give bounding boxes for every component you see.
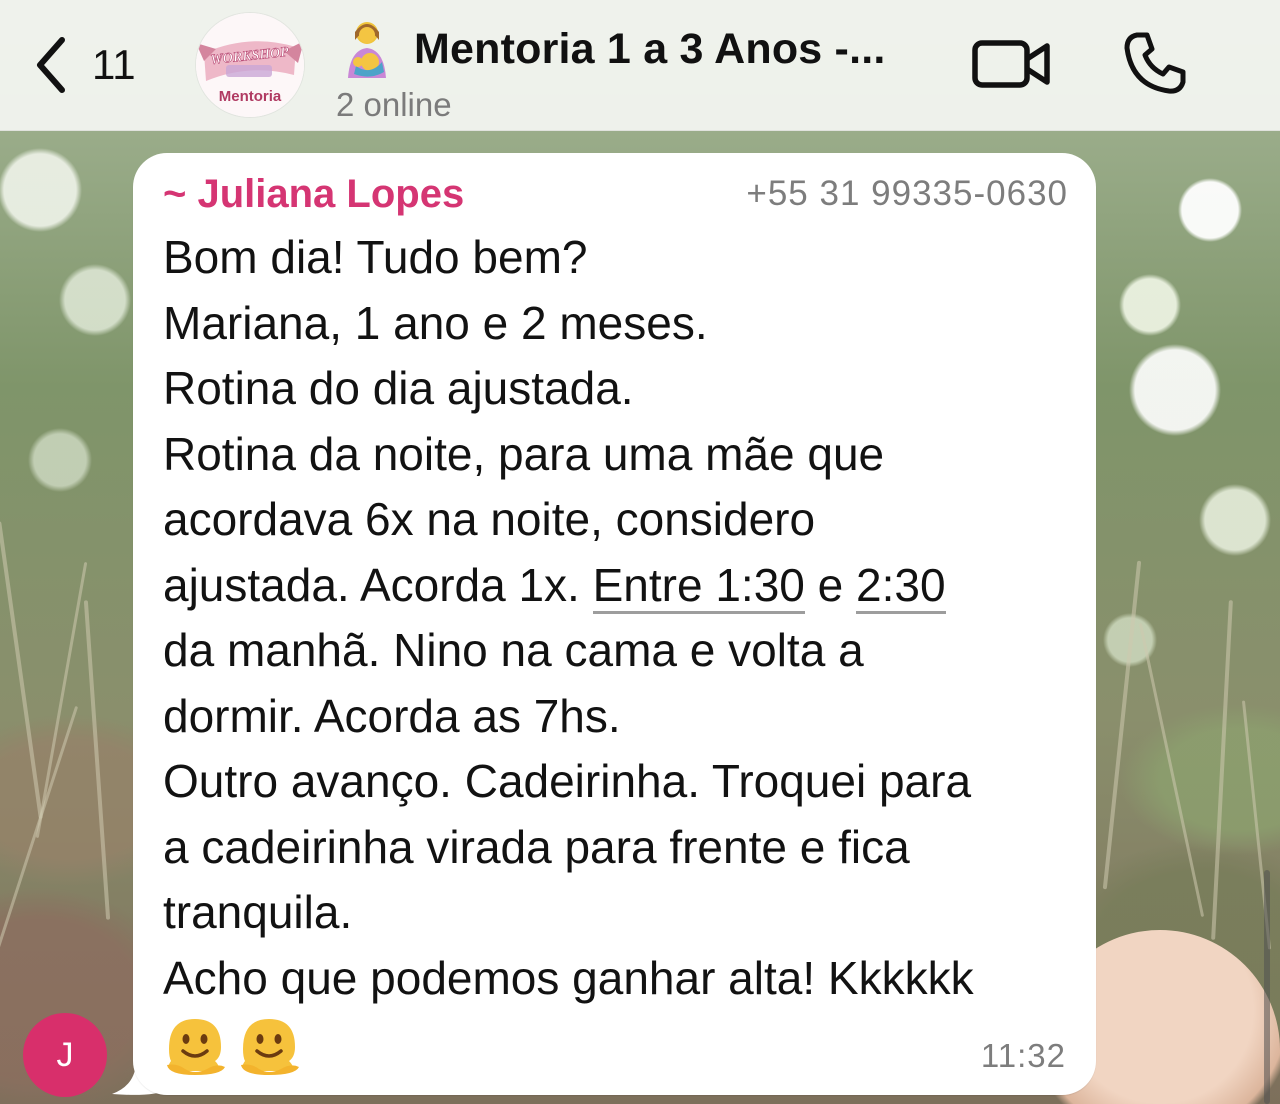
message-line: Mariana, 1 ano e 2 meses. <box>163 296 708 349</box>
video-call-icon[interactable] <box>970 32 1052 94</box>
message-line: Acho que podemos ganhar alta! Kkkkkk <box>163 951 974 1004</box>
message-line: a cadeirinha virada para frente e fica <box>163 820 910 873</box>
message-line: dormir. Acorda as 7hs. <box>163 689 621 742</box>
message-line: tranquila. <box>163 886 353 938</box>
chevron-left-icon <box>37 37 65 93</box>
message-line: da manhã. Nino na cama e volta a <box>163 624 864 676</box>
chat-title: Mentoria 1 a 3 Anos -... <box>414 24 886 73</box>
message-line: Outro avanço. Cadeirinha. Troquei para <box>163 755 972 807</box>
sender-name[interactable]: ~ Juliana Lopes <box>163 172 464 217</box>
unread-count: 11 <box>92 41 136 88</box>
message-text-segment: e <box>804 558 857 611</box>
group-avatar[interactable]: WORKSHOP Mentoria <box>196 13 304 117</box>
sender-phone[interactable]: +55 31 99335-0630 <box>746 174 1068 214</box>
time-link-2[interactable]: 2:30 <box>856 558 946 614</box>
message-line: ajustada. Acorda 1x. Entre 1:30 e 2:30 <box>163 553 1073 619</box>
melting-face-emoji <box>167 1019 225 1075</box>
back-button[interactable]: 11 <box>30 30 160 100</box>
sender-avatar[interactable]: J <box>23 1013 107 1097</box>
chat-title-area[interactable]: Mentoria 1 a 3 Anos -... 2 online <box>336 18 956 124</box>
time-link-1[interactable]: Entre 1:30 <box>592 558 805 614</box>
chat-header: 11 WORKSHOP Mentoria Mentoria 1 a 3 Anos <box>0 0 1280 131</box>
melting-face-emoji <box>241 1019 299 1075</box>
message-line: Rotina da noite, para uma mãe que <box>163 427 885 480</box>
message-timestamp: 11:32 <box>980 1037 1066 1074</box>
message-line: acordava 6x na noite, considero <box>163 493 816 545</box>
breastfeeding-emoji <box>348 22 386 78</box>
phone-call-icon[interactable] <box>1122 30 1188 96</box>
message-text: Bom dia! Tudo bem? Mariana, 1 ano e 2 me… <box>163 225 1073 1077</box>
scroll-indicator[interactable] <box>1264 870 1270 1104</box>
message-text-segment: ajustada. Acorda 1x. <box>163 558 593 611</box>
message-bubble[interactable]: ~ Juliana Lopes +55 31 99335-0630 Bom di… <box>133 153 1096 1095</box>
message-line: Bom dia! Tudo bem? <box>163 231 588 283</box>
mentoria-logo-text: Mentoria <box>219 88 282 105</box>
emoji-row <box>163 1013 1073 1077</box>
online-status: 2 online <box>336 86 452 123</box>
message-line: Rotina do dia ajustada. <box>163 362 634 414</box>
